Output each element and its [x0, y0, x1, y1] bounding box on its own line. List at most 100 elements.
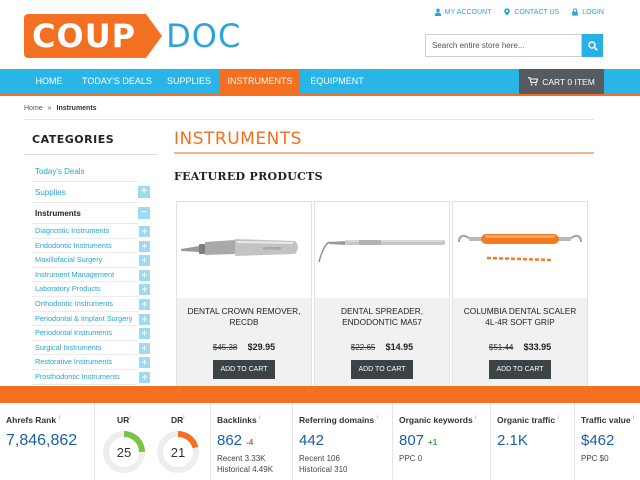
- expand-icon[interactable]: +: [139, 284, 150, 296]
- cart-label: CART 0 ITEM: [542, 76, 595, 87]
- product-card[interactable]: COLUMBIA DENTAL SCALER 4L-4R SOFT GRIP $…: [452, 201, 588, 392]
- user-icon: [434, 8, 441, 16]
- nav-supplies[interactable]: SUPPLIES: [160, 69, 218, 94]
- expand-icon[interactable]: +: [138, 186, 150, 198]
- metric-historical: Historical 310: [299, 465, 348, 474]
- metric-value[interactable]: 2.1K: [497, 432, 528, 449]
- subcategory-item[interactable]: Instrument Management +: [24, 268, 158, 283]
- nav-todays-deals[interactable]: TODAY'S DEALS: [78, 69, 156, 94]
- expand-icon[interactable]: +: [139, 328, 150, 340]
- category-supplies[interactable]: Supplies +: [24, 182, 158, 203]
- subcategory-item[interactable]: Surgical Instruments +: [24, 341, 158, 356]
- subcategory-item[interactable]: Endodontic Instruments +: [24, 239, 158, 254]
- contact-us-label: CONTACT US: [514, 8, 560, 16]
- site-logo[interactable]: COUP DOC: [24, 14, 241, 58]
- product-prices: $22.65 $14.95: [315, 342, 449, 352]
- expand-icon[interactable]: +: [139, 313, 150, 325]
- expand-icon[interactable]: +: [139, 298, 150, 310]
- metric-value[interactable]: 862 -4: [217, 432, 253, 449]
- ahrefs-toolbar: Ahrefs Rank i 7,846,862 URi 25 DRi 21 Ba…: [0, 386, 640, 480]
- cart-icon: [528, 77, 539, 86]
- subcategory-item[interactable]: Periodontal & Implant Surgery +: [24, 312, 158, 327]
- subcategory-label: Diagnostic Instruments: [35, 226, 110, 235]
- crown-remover-image: GROUND: [181, 239, 298, 256]
- delta-badge: +1: [428, 438, 438, 447]
- info-icon: i: [129, 415, 131, 422]
- login-label: LOGIN: [582, 8, 604, 16]
- contact-us-link[interactable]: CONTACT US: [503, 8, 559, 16]
- expand-icon[interactable]: +: [139, 226, 150, 237]
- dr-gauge[interactable]: 21: [155, 429, 201, 475]
- product-name[interactable]: COLUMBIA DENTAL SCALER 4L-4R SOFT GRIP: [457, 306, 583, 328]
- login-link[interactable]: LOGIN: [571, 8, 604, 16]
- cart-button[interactable]: CART 0 ITEM: [519, 69, 604, 94]
- organic-keywords-metric: Organic keywords i 807 +1 PPC 0: [393, 403, 491, 480]
- ahrefs-rank-value[interactable]: 7,846,862: [6, 432, 77, 450]
- expand-icon[interactable]: +: [139, 357, 150, 369]
- subcategory-item[interactable]: Periodontal Instruments +: [24, 326, 158, 341]
- dr-value: 21: [171, 445, 185, 460]
- expand-icon[interactable]: +: [139, 371, 150, 383]
- category-todays-deals[interactable]: Today's Deals: [24, 161, 158, 182]
- map-pin-icon: [504, 8, 511, 16]
- expand-icon[interactable]: +: [139, 240, 150, 252]
- subcategory-item[interactable]: Laboratory Products +: [24, 282, 158, 297]
- product-name[interactable]: DENTAL CROWN REMOVER, RECDB: [181, 306, 307, 328]
- subcategory-label: Maxillofacial Surgery: [35, 255, 103, 265]
- category-label: Supplies: [35, 188, 66, 197]
- page-title: INSTRUMENTS: [174, 129, 302, 149]
- subcategory-item[interactable]: Maxillofacial Surgery +: [24, 253, 158, 268]
- account-links: MY ACCOUNT CONTACT US LOGIN: [434, 8, 604, 16]
- info-icon: i: [183, 415, 185, 422]
- metric-ppc: PPC 0: [399, 454, 423, 463]
- ahrefs-metrics: Ahrefs Rank i 7,846,862 URi 25 DRi 21 Ba…: [0, 403, 640, 480]
- metric-value[interactable]: 807 +1: [399, 432, 437, 449]
- my-account-link[interactable]: MY ACCOUNT: [434, 8, 492, 16]
- my-account-label: MY ACCOUNT: [444, 8, 492, 16]
- subcategory-item[interactable]: Restorative Instruments +: [24, 355, 158, 370]
- sale-price: $29.95: [247, 342, 276, 352]
- metric-value[interactable]: 442: [299, 432, 324, 449]
- search-input[interactable]: [425, 34, 582, 57]
- nav-equipment[interactable]: EQUIPMENT: [304, 69, 370, 94]
- product-image-scaler[interactable]: [453, 202, 587, 298]
- breadcrumb-divider: [24, 119, 594, 120]
- add-to-cart-button[interactable]: ADD TO CART: [489, 360, 551, 379]
- subcategory-item[interactable]: Prosthodontic Instruments +: [24, 370, 158, 385]
- breadcrumb-separator: »: [47, 105, 52, 112]
- search-button[interactable]: [582, 34, 603, 57]
- ur-value: 25: [117, 445, 131, 460]
- search-bar: [425, 34, 603, 57]
- ur-gauge[interactable]: 25: [101, 429, 147, 475]
- metric-value[interactable]: $462: [581, 432, 614, 449]
- add-to-cart-button[interactable]: ADD TO CART: [351, 360, 413, 379]
- dr-label: DRi: [171, 415, 185, 425]
- category-label: Instruments: [35, 209, 81, 218]
- nav-instruments[interactable]: INSTRUMENTS: [220, 69, 300, 94]
- add-to-cart-button[interactable]: ADD TO CART: [213, 360, 275, 379]
- product-prices: $51.44 $33.95: [453, 342, 587, 352]
- site-header: COUP DOC MY ACCOUNT CONTACT US LOGIN: [0, 0, 640, 69]
- expand-icon[interactable]: +: [139, 342, 150, 354]
- subcategory-item[interactable]: Orthodontic Instruments +: [24, 297, 158, 312]
- product-name[interactable]: DENTAL SPREADER, ENDODONTIC MA57: [319, 306, 445, 328]
- product-image-crown-remover[interactable]: GROUND: [177, 202, 311, 298]
- traffic-value-metric: Traffic value i $462 PPC $0: [575, 403, 640, 480]
- category-instruments[interactable]: Instruments −: [24, 203, 158, 224]
- expand-icon[interactable]: +: [139, 269, 150, 281]
- logo-text-secondary: DOC: [166, 17, 242, 55]
- collapse-icon[interactable]: −: [138, 207, 150, 219]
- spreader-image: [318, 240, 445, 263]
- nav-home[interactable]: HOME: [24, 69, 74, 94]
- breadcrumb-home[interactable]: Home: [24, 105, 43, 112]
- product-card[interactable]: GROUND DENTAL CROWN REMOVER, RECDB $45.3…: [176, 201, 312, 392]
- product-card[interactable]: DENTAL SPREADER, ENDODONTIC MA57 $22.65 …: [314, 201, 450, 392]
- product-prices: $45.38 $29.95: [177, 342, 311, 352]
- subcategory-label: Restorative Instruments: [35, 357, 113, 367]
- subcategory-label: Periodontal Instruments: [35, 328, 113, 338]
- subcategory-item[interactable]: Diagnostic Instruments +: [24, 224, 158, 239]
- expand-icon[interactable]: +: [139, 255, 150, 267]
- product-image-spreader[interactable]: [315, 202, 449, 298]
- referring-domains-metric: Referring domains i 442 Recent 106 Histo…: [293, 403, 393, 480]
- category-sidebar: CATEGORIES Today's Deals Supplies + Inst…: [24, 128, 158, 385]
